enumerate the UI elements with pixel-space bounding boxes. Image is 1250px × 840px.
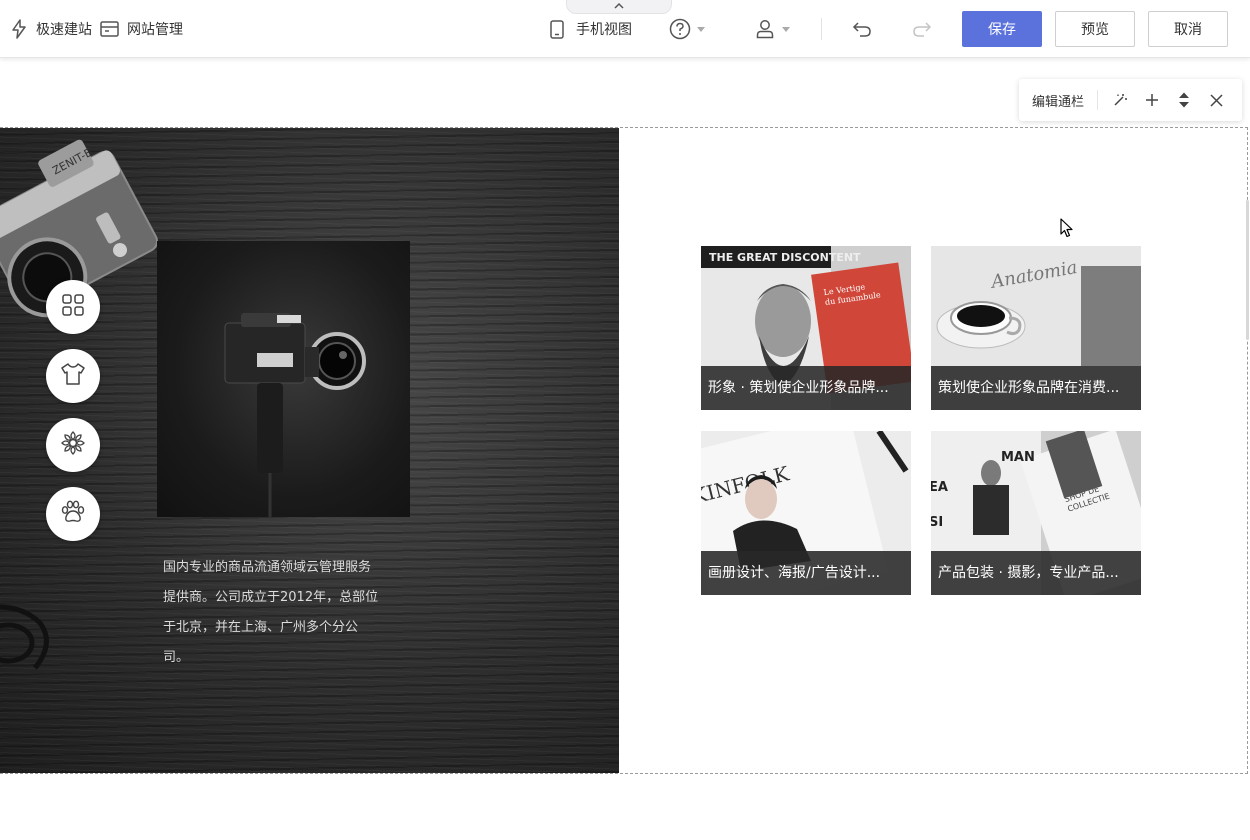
help-dropdown[interactable] — [669, 0, 705, 58]
dark-wood-panel: ZENIT-E 国内专业的商品流通领域云管理服务提供商。公司成立于2012年，总… — [0, 128, 619, 773]
apps-button[interactable] — [46, 280, 100, 334]
mobile-view-label: 手机视图 — [576, 22, 632, 38]
undo-icon — [852, 21, 872, 37]
card-caption: 形象 · 策划使企业形象品牌... — [701, 366, 911, 410]
toolbar-divider — [821, 18, 822, 40]
editbar-separator — [1097, 90, 1099, 110]
scrollbar[interactable] — [1246, 200, 1249, 340]
quick-build-button[interactable]: 极速建站 — [10, 0, 92, 58]
edit-section-button[interactable]: 编辑通栏 — [1032, 91, 1084, 110]
site-manage-label: 网站管理 — [127, 22, 183, 38]
undo-button[interactable] — [852, 0, 872, 58]
cancel-button[interactable]: 取消 — [1148, 11, 1228, 47]
tshirt-icon — [60, 362, 86, 390]
redo-icon — [912, 21, 932, 37]
svg-text:MAN: MAN — [1001, 450, 1035, 465]
portfolio-card[interactable]: MAN EA SI SHOP DE COLLECTIE 产品包装 · 摄影，专业… — [931, 431, 1141, 595]
flower-button[interactable] — [46, 418, 100, 472]
svg-text:EA: EA — [931, 480, 948, 495]
paw-icon — [60, 500, 86, 528]
user-icon — [756, 19, 774, 39]
plus-icon[interactable] — [1136, 79, 1168, 121]
card-caption: 产品包装 · 摄影，专业产品... — [931, 551, 1141, 595]
magic-icon[interactable] — [1104, 79, 1136, 121]
company-description: 国内专业的商品流通领域云管理服务提供商。公司成立于2012年，总部位于北京，并在… — [163, 560, 379, 665]
glasses-image — [0, 598, 70, 682]
movie-camera-photo — [157, 241, 410, 517]
sort-icon[interactable] — [1168, 79, 1200, 121]
collapse-toolbar-tab[interactable] — [566, 0, 672, 14]
user-dropdown[interactable] — [756, 0, 790, 58]
card-caption: 策划使企业形象品牌在消费... — [931, 366, 1141, 410]
site-manage-button[interactable]: 网站管理 — [100, 0, 183, 58]
phone-icon — [550, 19, 564, 39]
svg-text:THE GREAT DISCONTENT: THE GREAT DISCONTENT — [709, 251, 861, 264]
mouse-cursor-icon — [1060, 218, 1074, 242]
top-toolbar: 极速建站 网站管理 手机视图 保存 预览 取消 — [0, 0, 1250, 58]
card-caption: 画册设计、海报/广告设计... — [701, 551, 911, 595]
preview-button[interactable]: 预览 — [1055, 11, 1135, 47]
clothing-button[interactable] — [46, 349, 100, 403]
save-button[interactable]: 保存 — [962, 11, 1042, 47]
svg-text:SI: SI — [931, 515, 943, 530]
redo-button[interactable] — [912, 0, 932, 58]
close-icon[interactable] — [1200, 79, 1232, 121]
chevron-up-icon — [613, 0, 625, 14]
section-edit-bar: 编辑通栏 — [1019, 79, 1242, 121]
help-icon — [669, 18, 691, 40]
caret-down-icon — [697, 26, 705, 32]
site-manage-icon — [100, 21, 119, 37]
flash-icon — [10, 19, 28, 39]
portfolio-grid: THE GREAT DISCONTENT Le Vertige du funam… — [619, 128, 1247, 773]
pets-button[interactable] — [46, 487, 100, 541]
portfolio-card[interactable]: Anatomia 策划使企业形象品牌在消费... — [931, 246, 1141, 410]
flower-icon — [60, 430, 86, 460]
quick-build-label: 极速建站 — [36, 22, 92, 38]
grid-icon — [61, 293, 85, 321]
portfolio-card[interactable]: KINFOLK 画册设计、海报/广告设计... — [701, 431, 911, 595]
caret-down-icon — [782, 26, 790, 32]
portfolio-card[interactable]: THE GREAT DISCONTENT Le Vertige du funam… — [701, 246, 911, 410]
